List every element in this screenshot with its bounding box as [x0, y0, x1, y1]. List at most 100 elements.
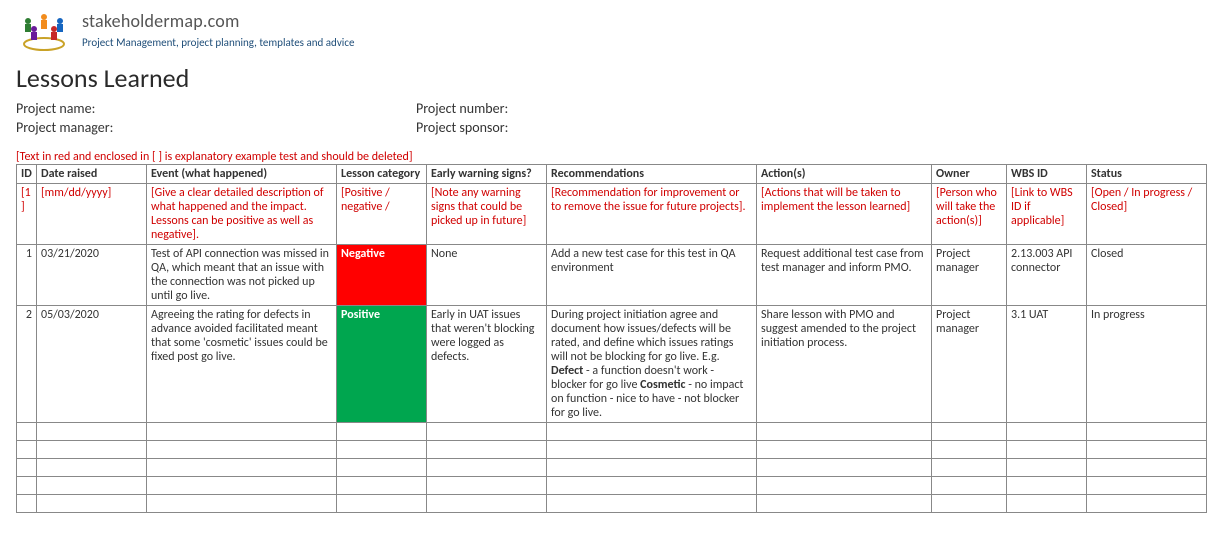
cell-empty — [547, 423, 757, 441]
cell-date: [mm/dd/yyyy] — [37, 184, 147, 245]
cell-owner: [Person who will take the action(s)] — [932, 184, 1007, 245]
cell-empty — [37, 477, 147, 495]
cell-id: 1 — [17, 245, 37, 306]
cell-actions: Share lesson with PMO and suggest amende… — [757, 306, 932, 423]
cell-empty — [17, 441, 37, 459]
page-header: stakeholdermap.com Project Management, p… — [16, 10, 1211, 52]
cell-date: 03/21/2020 — [37, 245, 147, 306]
cell-empty — [427, 423, 547, 441]
cell-status: [Open / In progress / Closed] — [1087, 184, 1207, 245]
cell-wbs: [Link to WBS ID if applicable] — [1007, 184, 1087, 245]
logo-icon — [16, 10, 72, 52]
cell-empty — [1087, 459, 1207, 477]
cell-empty — [147, 477, 337, 495]
table-row-empty — [17, 423, 1207, 441]
cell-empty — [932, 477, 1007, 495]
cell-empty — [547, 441, 757, 459]
cell-empty — [547, 477, 757, 495]
cell-empty — [17, 495, 37, 513]
col-actions: Action(s) — [757, 165, 932, 184]
cell-date: 05/03/2020 — [37, 306, 147, 423]
cell-empty — [17, 459, 37, 477]
cell-warning: None — [427, 245, 547, 306]
cell-empty — [932, 459, 1007, 477]
table-row-empty — [17, 477, 1207, 495]
cell-empty — [37, 459, 147, 477]
cell-owner: Project manager — [932, 306, 1007, 423]
brand-block: stakeholdermap.com Project Management, p… — [82, 10, 354, 49]
table-row-empty — [17, 459, 1207, 477]
brand-tagline: Project Management, project planning, te… — [82, 36, 354, 49]
cell-empty — [337, 495, 427, 513]
cell-event: Test of API connection was missed in QA,… — [147, 245, 337, 306]
cell-event: Agreeing the rating for defects in advan… — [147, 306, 337, 423]
cell-empty — [147, 423, 337, 441]
cell-empty — [757, 459, 932, 477]
cell-empty — [932, 441, 1007, 459]
cell-category: [Positive / negative / — [337, 184, 427, 245]
cell-empty — [1007, 423, 1087, 441]
cell-empty — [427, 495, 547, 513]
meta-row-1: Project name: Project number: — [16, 100, 1211, 117]
col-date: Date raised — [37, 165, 147, 184]
cell-empty — [337, 423, 427, 441]
cell-empty — [147, 459, 337, 477]
table-row: 205/03/2020Agreeing the rating for defec… — [17, 306, 1207, 423]
cell-empty — [17, 423, 37, 441]
cell-empty — [1007, 477, 1087, 495]
table-row: 103/21/2020Test of API connection was mi… — [17, 245, 1207, 306]
cell-id: 2 — [17, 306, 37, 423]
cell-empty — [1087, 441, 1207, 459]
cell-id: [1] — [17, 184, 37, 245]
cell-empty — [1007, 495, 1087, 513]
col-owner: Owner — [932, 165, 1007, 184]
cell-empty — [757, 423, 932, 441]
col-status: Status — [1087, 165, 1207, 184]
page-title: Lessons Learned — [16, 62, 1211, 94]
col-recommendations: Recommendations — [547, 165, 757, 184]
cell-category: Positive — [337, 306, 427, 423]
col-category: Lesson category — [337, 165, 427, 184]
table-row-empty — [17, 441, 1207, 459]
cell-empty — [932, 495, 1007, 513]
cell-empty — [547, 459, 757, 477]
cell-category: Negative — [337, 245, 427, 306]
cell-recommendations: Add a new test case for this test in QA … — [547, 245, 757, 306]
cell-empty — [17, 477, 37, 495]
cell-empty — [337, 477, 427, 495]
cell-empty — [337, 441, 427, 459]
cell-empty — [37, 423, 147, 441]
project-number-label: Project number: — [416, 100, 816, 117]
cell-empty — [427, 477, 547, 495]
project-manager-label: Project manager: — [16, 119, 416, 136]
cell-actions: [Actions that will be taken to implement… — [757, 184, 932, 245]
col-warning: Early warning signs? — [427, 165, 547, 184]
cell-empty — [147, 495, 337, 513]
cell-empty — [427, 441, 547, 459]
cell-warning: [Note any warning signs that could be pi… — [427, 184, 547, 245]
table-row-empty — [17, 495, 1207, 513]
lessons-table: ID Date raised Event (what happened) Les… — [16, 164, 1207, 513]
col-id: ID — [17, 165, 37, 184]
cell-empty — [37, 495, 147, 513]
cell-recommendations: [Recommendation for improvement or to re… — [547, 184, 757, 245]
project-sponsor-label: Project sponsor: — [416, 119, 816, 136]
cell-status: In progress — [1087, 306, 1207, 423]
cell-empty — [757, 477, 932, 495]
cell-empty — [1007, 459, 1087, 477]
explanatory-note: [Text in red and enclosed in [ ] is expl… — [16, 150, 1211, 164]
cell-empty — [757, 441, 932, 459]
cell-wbs: 2.13.003 API connector — [1007, 245, 1087, 306]
col-event: Event (what happened) — [147, 165, 337, 184]
cell-empty — [147, 441, 337, 459]
cell-empty — [1007, 441, 1087, 459]
cell-recommendations: During project initiation agree and docu… — [547, 306, 757, 423]
cell-empty — [547, 495, 757, 513]
cell-actions: Request additional test case from test m… — [757, 245, 932, 306]
cell-empty — [932, 423, 1007, 441]
cell-owner: Project manager — [932, 245, 1007, 306]
example-row: [1] [mm/dd/yyyy] [Give a clear detailed … — [17, 184, 1207, 245]
cell-warning: Early in UAT issues that weren't blockin… — [427, 306, 547, 423]
brand-name: stakeholdermap.com — [82, 10, 354, 32]
cell-empty — [757, 495, 932, 513]
